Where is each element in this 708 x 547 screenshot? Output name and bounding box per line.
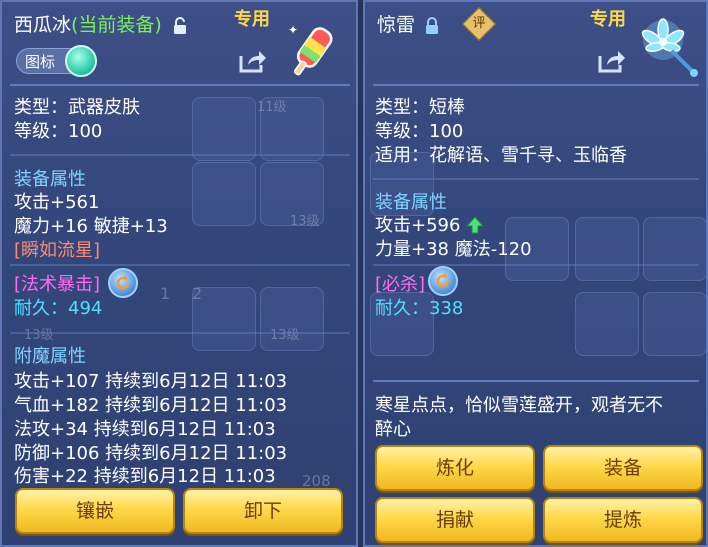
donate-button[interactable]: 捐献 [375,497,535,543]
share-icon[interactable] [597,48,627,74]
enchant-line: 气血+182 持续到6月12日 11:03 [14,395,288,416]
skill-name: [必杀] [375,274,426,295]
up-arrow-icon [466,216,485,234]
unequip-button[interactable]: 卸下 [183,488,343,534]
attr-line: 攻击+561 [14,192,100,213]
item-level: 等级：100 [14,121,103,142]
divider [10,264,350,266]
icon-toggle[interactable]: 图标 [16,45,97,77]
lotus-wand-icon [641,18,698,77]
divider [10,332,350,334]
bg-page-number: 2 [192,284,203,303]
bg-inventory-slot [192,97,256,161]
divider [373,264,699,266]
bg-inventory-slot [643,217,706,281]
exclusive-label: 专用 [590,9,626,30]
share-icon[interactable] [238,48,268,74]
equip-attr-header: 装备属性 [375,192,447,213]
item-description: 寒星点点，恰似雪莲盛开，观者无不 [375,395,663,416]
evaluate-badge[interactable]: 评 [462,7,496,41]
divider [373,84,699,86]
equip-attr-header: 装备属性 [14,169,86,190]
durability-label: 耐久： [375,298,429,319]
bg-page-number: 1 [160,284,171,303]
durability: 耐久：494 [14,297,102,321]
divider [373,178,699,180]
divider [373,380,699,382]
attr-line: 攻击+596 [375,214,485,238]
toggle-knob-icon [65,45,97,77]
divider [10,154,350,156]
durability-value: 338 [429,298,464,319]
item-name: 惊雷 [377,14,416,36]
durability-value: 494 [68,298,103,319]
bg-inventory-slot [575,217,639,281]
svg-text:✦: ✦ [288,23,298,37]
equip-button[interactable]: 装备 [543,445,703,491]
enchant-line: 法攻+34 持续到6月12日 11:03 [14,419,276,440]
item-tooltip-left: 11级 13级 13级 13级 1 2 208 西瓜冰(当前装备) 专用 ✦ 图… [0,0,358,547]
durability-label: 耐久： [14,298,68,319]
item-fit-classes: 适用：花解语、雪千寻、玉临香 [375,145,627,166]
item-level: 等级：100 [375,121,464,142]
item-type: 类型：短棒 [375,97,465,118]
bg-inventory-slot [192,162,256,226]
equipped-status: (当前装备) [71,14,162,36]
durability: 耐久：338 [375,297,463,321]
enchant-line: 防御+106 持续到6月12日 11:03 [14,443,288,464]
item-type: 类型：武器皮肤 [14,97,140,118]
attack-value: 攻击+596 [375,215,461,236]
bg-slot-level: 13级 [290,214,320,229]
bg-slot-level: 11级 [257,100,287,115]
refresh-icon[interactable] [108,268,138,298]
popsicle-weapon-icon: ✦ [288,23,333,76]
extract-button[interactable]: 提炼 [543,497,703,543]
item-title: 惊雷 [377,10,439,37]
evaluate-badge-label: 评 [472,16,486,31]
enchant-line: 攻击+107 持续到6月12日 11:03 [14,371,288,392]
attr-line: 魔力+16 敏捷+13 [14,216,168,237]
special-effect: [瞬如流星] [14,240,101,261]
icon-toggle-label: 图标 [25,53,56,71]
item-tooltip-right: 惊雷 评 专用 类型：短棒 等级：100 适用：花解语、雪千寻、玉临香 装备属性… [363,0,708,547]
attr-line: 力量+38 魔法-120 [375,239,532,260]
refresh-icon[interactable] [428,266,458,296]
skill-name: [法术暴击] [14,274,101,295]
lock-icon[interactable] [425,16,439,35]
exclusive-label: 专用 [234,9,270,30]
lock-icon[interactable] [172,16,188,35]
enchant-line: 伤害+22 持续到6月12日 11:03 [14,466,276,487]
divider [10,84,350,86]
bg-inventory-slot [575,292,639,356]
bg-inventory-slot [643,292,706,356]
inlay-button[interactable]: 镶嵌 [15,488,175,534]
item-title: 西瓜冰(当前装备) [14,10,188,37]
enchant-header: 附魔属性 [14,346,86,367]
item-name: 西瓜冰 [14,14,72,36]
item-description: 醉心 [375,419,411,440]
refine-button[interactable]: 炼化 [375,445,535,491]
